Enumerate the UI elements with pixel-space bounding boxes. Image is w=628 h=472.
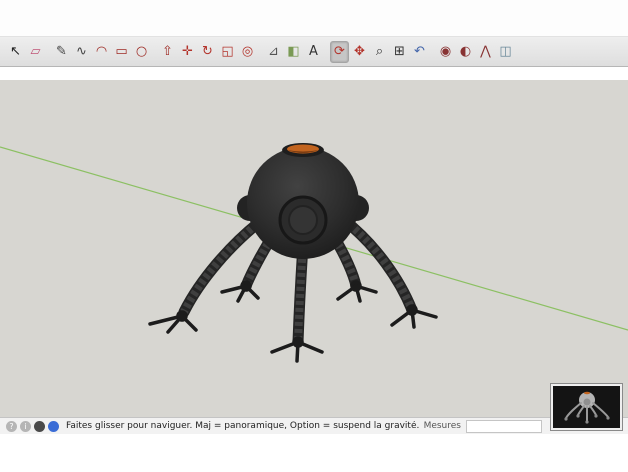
tool-push-pull-button[interactable]: ⇧ [158, 41, 177, 63]
tool-freehand-button[interactable]: ∿ [72, 41, 91, 63]
tool-walk-button[interactable]: ⋀ [476, 41, 495, 63]
position-camera-icon: ◉ [440, 45, 451, 58]
push-pull-icon: ⇧ [162, 45, 173, 58]
status-bar: ?i Faites glisser pour naviguer. Maj = p… [0, 417, 628, 434]
tool-pan-button[interactable]: ✥ [350, 41, 369, 63]
tool-offset-button[interactable]: ◎ [238, 41, 257, 63]
status-message: Faites glisser pour naviguer. Maj = pano… [66, 421, 419, 431]
select-icon: ↖ [10, 45, 21, 58]
help-icon[interactable]: ? [6, 421, 17, 432]
sketchup-window: ↖ ▱ ✎ ∿ ◠ ▭ ○ ⇧ ✛ ↻ ◱ ◎ ⊿ ◧ A ⟳ ✥ ⌕ ⊞ ↶ ◉ ◐ ⋀ ◫ [0, 0, 628, 472]
tool-section-plane-button[interactable]: ◫ [496, 41, 515, 63]
move-icon: ✛ [182, 45, 193, 58]
tool-eraser-button[interactable]: ▱ [26, 41, 45, 63]
eraser-icon: ▱ [31, 45, 41, 58]
arc-icon: ◠ [96, 45, 107, 58]
tool-position-camera-button[interactable]: ◉ [436, 41, 455, 63]
tape-measure-icon: ⊿ [268, 45, 279, 58]
tool-tape-measure-button[interactable]: ⊿ [264, 41, 283, 63]
tool-rectangle-button[interactable]: ▭ [112, 41, 131, 63]
rectangle-icon: ▭ [115, 45, 127, 58]
model-preview-thumbnail[interactable] [550, 383, 623, 431]
measurements-label: Mesures [424, 421, 461, 431]
tool-arc-button[interactable]: ◠ [92, 41, 111, 63]
pan-icon: ✥ [354, 45, 365, 58]
title-bar [0, 0, 628, 37]
look-around-icon: ◐ [460, 45, 471, 58]
tool-select-button[interactable]: ↖ [6, 41, 25, 63]
toolbar: ↖ ▱ ✎ ∿ ◠ ▭ ○ ⇧ ✛ ↻ ◱ ◎ ⊿ ◧ A ⟳ ✥ ⌕ ⊞ ↶ ◉ ◐ ⋀ ◫ [0, 37, 628, 67]
offset-icon: ◎ [242, 45, 253, 58]
toolbar-spacer [0, 67, 628, 80]
tool-look-around-button[interactable]: ◐ [456, 41, 475, 63]
tool-zoom-button[interactable]: ⌕ [370, 41, 389, 63]
tool-orbit-button[interactable]: ⟳ [330, 41, 349, 63]
window-bottom-space [0, 434, 628, 472]
tool-scale-button[interactable]: ◱ [218, 41, 237, 63]
scale-icon: ◱ [221, 45, 233, 58]
zoom-extents-icon: ⊞ [394, 45, 405, 58]
circle-icon: ○ [136, 45, 147, 58]
measurements-input[interactable] [466, 420, 542, 433]
tool-rotate-button[interactable]: ↻ [198, 41, 217, 63]
tool-previous-view-button[interactable]: ↶ [410, 41, 429, 63]
model-preview-image [553, 386, 620, 428]
tool-circle-button[interactable]: ○ [132, 41, 151, 63]
tool-text-button[interactable]: A [304, 41, 323, 63]
line-icon: ✎ [56, 45, 67, 58]
info-icon[interactable]: i [20, 421, 31, 432]
status-icons: ?i [6, 421, 59, 432]
3d-viewport[interactable] [0, 80, 628, 417]
zoom-icon: ⌕ [376, 45, 383, 58]
paint-bucket-icon: ◧ [287, 45, 299, 58]
tool-paint-bucket-button[interactable]: ◧ [284, 41, 303, 63]
attribution-icon[interactable] [34, 421, 45, 432]
tool-move-button[interactable]: ✛ [178, 41, 197, 63]
rotate-icon: ↻ [202, 45, 213, 58]
freehand-icon: ∿ [76, 45, 87, 58]
model-canvas[interactable] [0, 80, 628, 417]
previous-view-icon: ↶ [414, 45, 425, 58]
walk-icon: ⋀ [480, 45, 491, 58]
geolocation-icon[interactable] [48, 421, 59, 432]
tool-zoom-extents-button[interactable]: ⊞ [390, 41, 409, 63]
tool-line-button[interactable]: ✎ [52, 41, 71, 63]
spider-robot-model[interactable] [150, 143, 436, 361]
orbit-icon: ⟳ [334, 45, 345, 58]
text-icon: A [309, 45, 318, 58]
section-plane-icon: ◫ [499, 45, 511, 58]
